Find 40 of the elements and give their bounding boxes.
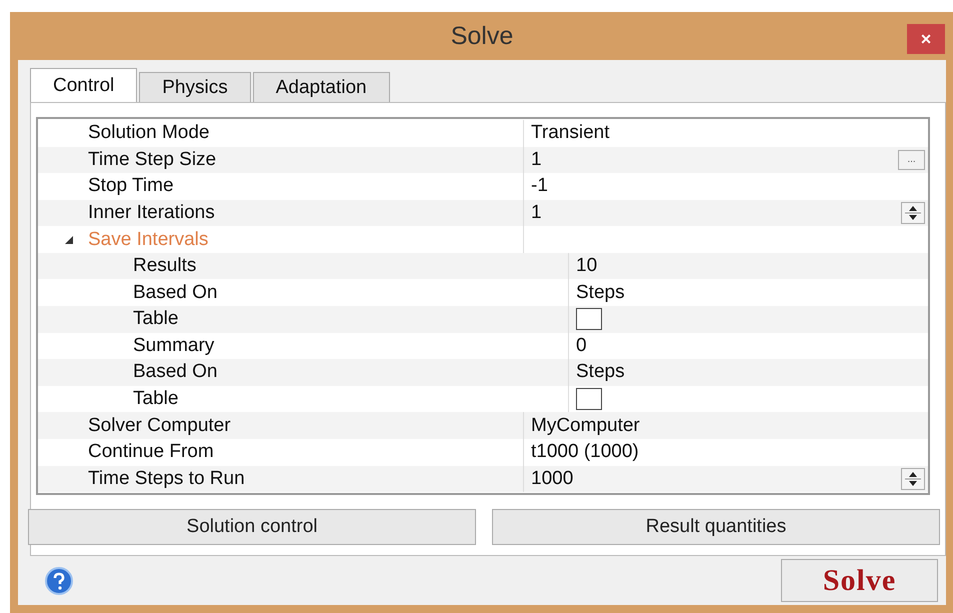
checkbox[interactable] — [576, 388, 602, 410]
property-label: Solution Mode — [88, 122, 210, 144]
property-label: Stop Time — [88, 175, 174, 198]
property-value: t1000 (1000) — [531, 441, 640, 464]
tab[interactable]: Control — [30, 68, 138, 102]
property-label: Continue From — [88, 441, 214, 464]
spinner-icon[interactable] — [901, 202, 925, 224]
ellipsis-button[interactable]: ... — [898, 150, 925, 170]
property-value: MyComputer — [531, 414, 641, 437]
property-value: 10 — [576, 255, 598, 278]
tab[interactable]: Adaptation — [252, 72, 390, 102]
group-label: Save Intervals — [88, 228, 208, 251]
property-label: Based On — [133, 282, 218, 304]
property-value: Steps — [576, 282, 626, 304]
property-value: Steps — [576, 361, 626, 384]
action-button[interactable]: Result quantities — [492, 509, 940, 545]
checkbox[interactable] — [576, 308, 602, 330]
property-label: Table — [133, 388, 178, 410]
expand-triangle-icon[interactable] — [64, 234, 74, 245]
property-label: Time Step Size — [88, 148, 216, 171]
property-label: Based On — [133, 361, 218, 384]
property-value: 0 — [576, 334, 588, 357]
property-label: Time Steps to Run — [88, 468, 245, 490]
action-button[interactable]: Solution control — [28, 509, 476, 545]
property-value: 1 — [531, 202, 543, 224]
tab[interactable]: Physics — [139, 72, 251, 102]
property-label: Solver Computer — [88, 414, 231, 437]
property-label: Inner Iterations — [88, 202, 215, 224]
property-value: Transient — [531, 122, 610, 144]
close-button[interactable]: × — [907, 24, 945, 54]
property-value: -1 — [531, 175, 549, 198]
window-title: Solve — [450, 22, 514, 50]
property-value: 1000 — [531, 468, 574, 490]
property-value: 1 — [531, 148, 543, 171]
spinner-icon[interactable] — [901, 468, 925, 490]
property-label: Summary — [133, 334, 214, 357]
property-label: Table — [133, 308, 178, 330]
help-icon[interactable] — [44, 566, 74, 596]
solve-button[interactable]: Solve — [781, 559, 938, 602]
property-label: Results — [133, 255, 196, 278]
